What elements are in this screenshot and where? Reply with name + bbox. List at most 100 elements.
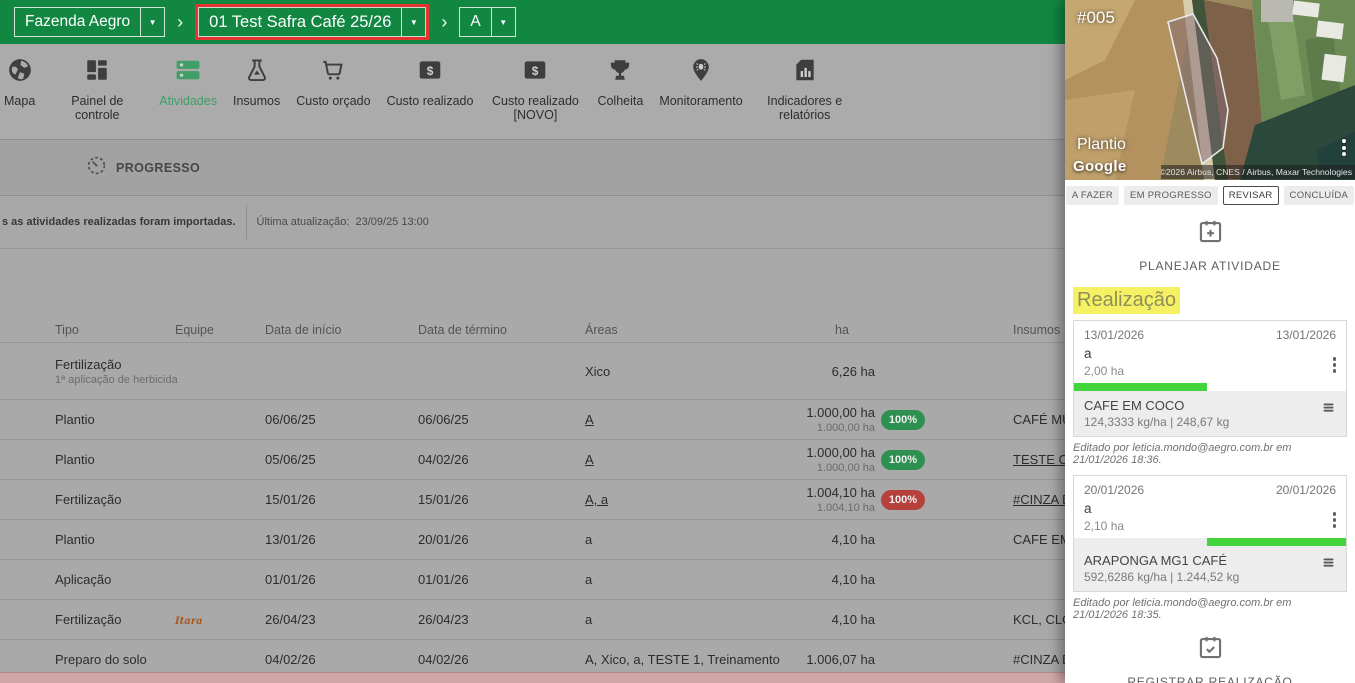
toolbar-item-custo-realizado-novo[interactable]: $ Custo realizado [NOVO]	[489, 44, 581, 139]
field-code-label: #005	[1077, 8, 1115, 28]
card-kebab-menu-icon[interactable]	[1333, 357, 1337, 373]
season-name: 01 Test Safra Café 25/26	[199, 8, 401, 36]
progress-section-title: PROGRESSO	[116, 161, 200, 175]
realization-start-date: 20/01/2026	[1084, 483, 1144, 497]
ha-cell: 4,10 ha	[765, 572, 875, 587]
areas-cell: A, Xico, a, TESTE 1, Treinamento	[585, 652, 765, 667]
toolbar-item-label: Mapa	[4, 94, 35, 108]
realization-ha: 2,00 ha	[1084, 364, 1336, 378]
map-pin-bug-icon	[688, 57, 714, 88]
column-header-data-termino: Data de término	[418, 323, 585, 337]
realization-progress-track	[1074, 383, 1346, 391]
last-update-value: 23/09/25 13:00	[355, 216, 428, 228]
toolbar-item-label: Insumos	[233, 94, 280, 108]
chevron-down-icon[interactable]: ▼	[140, 8, 164, 36]
areas-link[interactable]: A	[585, 452, 594, 467]
ha-cell: 4,10 ha	[765, 532, 875, 547]
start-date-cell: 26/04/23	[265, 612, 418, 627]
end-date-cell: 20/01/26	[418, 532, 585, 547]
ha-sub-cell: 1.004,10 ha	[817, 502, 875, 514]
insumo-dose: 124,3333 kg/ha | 248,67 kg	[1084, 415, 1336, 429]
end-date-cell: 04/02/26	[418, 652, 585, 667]
toolbar-item-label: Custo realizado [NOVO]	[489, 94, 581, 122]
areas-link[interactable]: A, a	[585, 492, 608, 507]
field-satellite-map[interactable]: #005 Plantio Google Imagery ©2026 Airbus…	[1065, 0, 1355, 180]
ha-cell: 1.006,07 ha	[765, 652, 875, 667]
breadcrumb-separator: ›	[177, 12, 183, 33]
realization-edited-note: Editado por leticia.mondo@aegro.com.br e…	[1073, 442, 1347, 466]
areas-cell: a	[585, 572, 765, 587]
areas-cell: a	[585, 612, 765, 627]
realization-end-date: 20/01/2026	[1276, 483, 1336, 497]
end-date-cell: 01/01/26	[418, 572, 585, 587]
realization-card[interactable]: 13/01/2026 13/01/2026 a 2,00 ha CAFE EM …	[1073, 320, 1347, 437]
start-date-cell: 06/06/25	[265, 412, 418, 427]
card-insumo-section: ARAPONGA MG1 CAFÉ 592,6286 kg/ha | 1.244…	[1074, 546, 1346, 591]
toolbar-item-label: Custo realizado	[387, 94, 474, 108]
farm-selector[interactable]: Fazenda Aegro ▼	[14, 7, 165, 37]
progress-badge: 100%	[881, 490, 925, 510]
realization-ha: 2,10 ha	[1084, 519, 1336, 533]
area-selector[interactable]: A ▼	[459, 7, 515, 37]
status-tab-em-progresso[interactable]: EM PROGRESSO	[1124, 186, 1218, 205]
season-selector[interactable]: 01 Test Safra Café 25/26 ▼	[198, 7, 426, 37]
activity-type: Preparo do solo	[55, 652, 175, 667]
toolbar-item-indicadores-e-relatorios[interactable]: Indicadores e relatórios	[759, 44, 851, 139]
map-kebab-menu-icon[interactable]	[1342, 139, 1346, 156]
column-header-equipe: Equipe	[175, 323, 265, 337]
layers-icon[interactable]	[1321, 400, 1336, 420]
status-tab-a-fazer[interactable]: A FAZER	[1066, 186, 1119, 205]
gauge-icon	[86, 155, 107, 181]
start-date-cell: 13/01/26	[265, 532, 418, 547]
layers-icon[interactable]	[1321, 555, 1336, 575]
toolbar-item-label: Painel de controle	[51, 94, 143, 122]
register-realization-button[interactable]: REGISTRAR REALIZAÇÃO	[1065, 634, 1355, 683]
activity-type: Fertilização	[55, 612, 175, 627]
activity-type: Plantio	[55, 452, 175, 467]
status-tab-concluida[interactable]: CONCLUÍDA	[1284, 186, 1355, 205]
end-date-cell: 06/06/25	[418, 412, 585, 427]
dashboard-icon	[84, 57, 110, 88]
toolbar-item-custo-realizado[interactable]: $ Custo realizado	[387, 44, 474, 139]
chevron-down-icon[interactable]: ▼	[401, 8, 425, 36]
card-kebab-menu-icon[interactable]	[1333, 512, 1337, 528]
plan-activity-button[interactable]: PLANEJAR ATIVIDADE	[1065, 218, 1355, 273]
realization-progress-bar	[1074, 383, 1207, 391]
farm-name: Fazenda Aegro	[15, 8, 140, 36]
toolbar-item-label: Monitoramento	[659, 94, 742, 108]
column-header-areas: Áreas	[585, 323, 765, 337]
toolbar-item-custo-orcado[interactable]: Custo orçado	[296, 44, 370, 139]
toolbar-item-label: Indicadores e relatórios	[759, 94, 851, 122]
google-logo: Google	[1073, 158, 1126, 175]
chevron-down-icon[interactable]: ▼	[491, 8, 515, 36]
activity-subtitle: 1ª aplicação de herbicida	[55, 374, 175, 386]
progress-badge: 100%	[881, 450, 925, 470]
status-tabs: A FAZER EM PROGRESSO REVISAR CONCLUÍDA	[1065, 186, 1355, 205]
globe-icon	[7, 57, 33, 88]
column-header-data-inicio: Data de início	[265, 323, 418, 337]
realization-area: a	[1084, 501, 1336, 516]
insumo-name: ARAPONGA MG1 CAFÉ	[1084, 553, 1336, 568]
toolbar-item-mapa[interactable]: Mapa	[4, 44, 35, 139]
realization-start-date: 13/01/2026	[1084, 328, 1144, 342]
status-tab-revisar[interactable]: REVISAR	[1223, 186, 1279, 205]
insumo-name: CAFE EM COCO	[1084, 398, 1336, 413]
map-activity-label: Plantio	[1077, 136, 1126, 154]
toolbar-item-atividades[interactable]: Atividades	[159, 44, 217, 139]
end-date-cell: 15/01/26	[418, 492, 585, 507]
cart-icon	[320, 57, 346, 88]
toolbar-item-monitoramento[interactable]: Monitoramento	[659, 44, 742, 139]
activities-list-icon	[175, 57, 201, 88]
toolbar-item-painel-de-controle[interactable]: Painel de controle	[51, 44, 143, 139]
flask-icon	[244, 57, 270, 88]
realization-edited-note: Editado por leticia.mondo@aegro.com.br e…	[1073, 597, 1347, 621]
areas-link[interactable]: A	[585, 412, 594, 427]
import-message: s as atividades realizadas foram importa…	[2, 216, 236, 228]
realization-card[interactable]: 20/01/2026 20/01/2026 a 2,10 ha ARAPONGA…	[1073, 475, 1347, 592]
svg-text:$: $	[427, 64, 434, 78]
toolbar-item-colheita[interactable]: Colheita	[597, 44, 643, 139]
season-selector-highlight: 01 Test Safra Café 25/26 ▼	[195, 4, 429, 40]
toolbar-item-insumos[interactable]: Insumos	[233, 44, 280, 139]
toolbar-item-label: Colheita	[597, 94, 643, 108]
team-tag: Itara	[175, 616, 203, 627]
